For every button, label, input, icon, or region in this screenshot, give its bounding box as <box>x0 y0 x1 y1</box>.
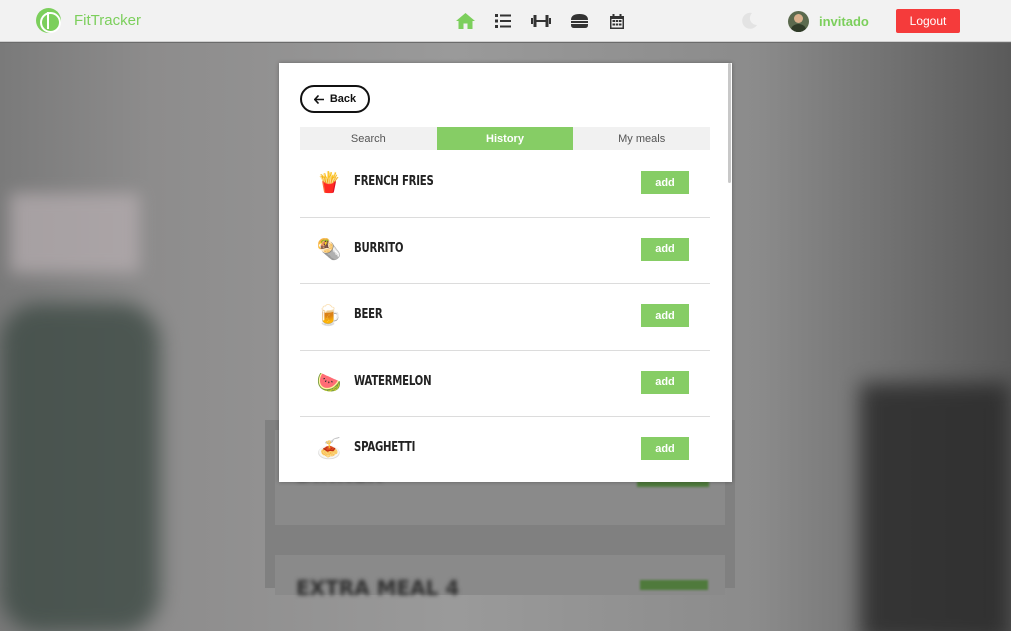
food-name: FRENCH FRIES <box>354 174 434 189</box>
top-navbar: FitTracker invitado Logout <box>0 0 1011 42</box>
tab-history[interactable]: History <box>436 127 574 150</box>
arrow-left-icon <box>313 94 324 104</box>
background-add-button <box>640 580 708 590</box>
food-name: SPAGHETTI <box>354 440 416 455</box>
list-item: 🍝 SPAGHETTI add <box>300 417 710 482</box>
list-item: 🍟 FRENCH FRIES add <box>300 151 710 218</box>
back-label: Back <box>329 93 357 105</box>
modal-scrollbar[interactable] <box>728 63 731 183</box>
logout-button[interactable]: Logout <box>896 9 960 33</box>
fries-icon: 🍟 <box>316 172 342 194</box>
food-name: BURRITO <box>354 240 404 256</box>
app-logo-icon <box>36 8 61 33</box>
moon-icon[interactable] <box>740 12 758 30</box>
list-item: 🌯 BURRITO add <box>300 218 710 284</box>
avatar <box>788 11 809 32</box>
tab-search[interactable]: Search <box>300 127 437 150</box>
spaghetti-icon: 🍝 <box>316 438 342 460</box>
list-item: 🍉 WATERMELON add <box>300 351 710 417</box>
burrito-icon: 🌯 <box>316 238 342 261</box>
back-button[interactable]: Back <box>300 85 370 113</box>
brand[interactable]: FitTracker <box>36 8 141 33</box>
food-history-list: 🍟 FRENCH FRIES add 🌯 BURRITO add 🍺 BEER … <box>300 151 710 482</box>
food-name: WATERMELON <box>354 373 432 389</box>
add-button[interactable]: add <box>641 437 689 460</box>
nav-icons <box>455 11 627 31</box>
list-icon[interactable] <box>493 11 513 31</box>
add-food-modal: Back Search History My meals 🍟 FRENCH FR… <box>279 63 732 482</box>
add-button[interactable]: add <box>641 370 689 394</box>
dumbbell-icon[interactable] <box>531 11 551 31</box>
add-button[interactable]: add <box>641 171 689 194</box>
username: invitado <box>819 14 869 29</box>
watermelon-icon: 🍉 <box>316 371 342 394</box>
tab-my-meals[interactable]: My meals <box>573 127 710 150</box>
add-button[interactable]: add <box>641 237 689 261</box>
background-card-title: EXTRA MEAL 4 <box>296 576 460 600</box>
beer-icon: 🍺 <box>316 305 342 327</box>
burger-icon[interactable] <box>569 11 589 31</box>
home-icon[interactable] <box>455 11 475 31</box>
food-name: BEER <box>354 307 383 322</box>
calendar-icon[interactable] <box>607 11 627 31</box>
app-name: FitTracker <box>74 12 141 29</box>
user-profile[interactable]: invitado <box>788 11 869 32</box>
list-item: 🍺 BEER add <box>300 284 710 351</box>
add-button[interactable]: add <box>641 304 689 327</box>
tab-bar: Search History My meals <box>300 127 710 150</box>
